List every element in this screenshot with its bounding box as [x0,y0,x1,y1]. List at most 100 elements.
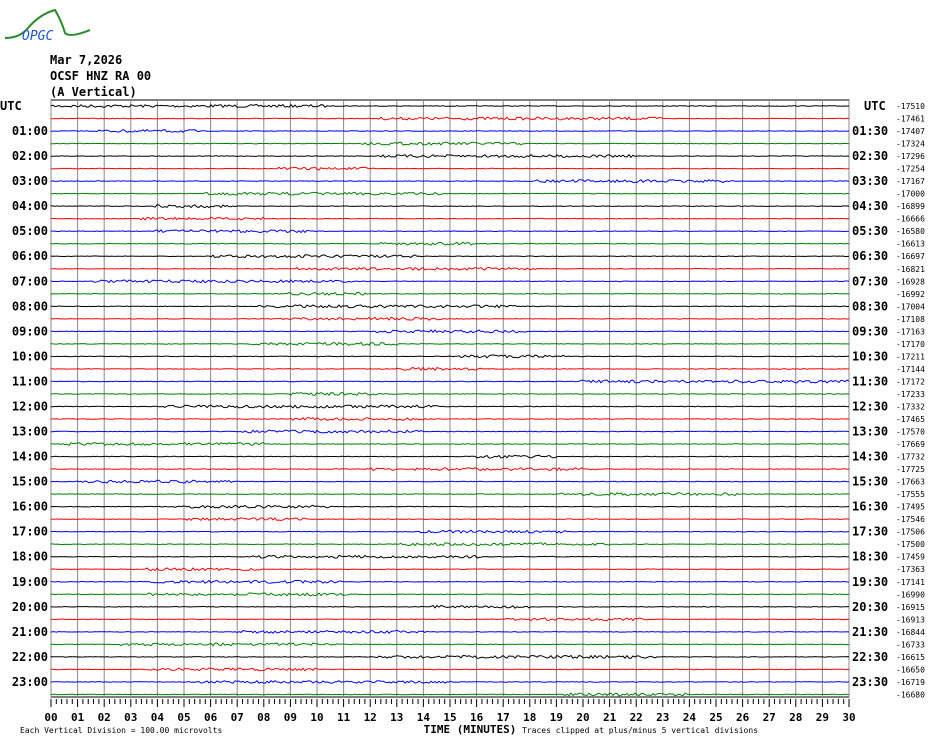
trace-offset-label: -16992 [896,290,925,299]
trace-offset-label: -17170 [896,340,925,349]
trace-offset-label: -17510 [896,102,925,111]
x-tick-label: 26 [736,711,750,724]
trace-offset-label: -16719 [896,678,925,687]
trace-offset-label: -17332 [896,402,925,411]
right-hour-label: 07:30 [852,274,888,288]
trace-offset-label: -17407 [896,127,925,136]
x-tick-label: 08 [257,711,270,724]
trace-offset-label: -17725 [896,465,925,474]
x-axis-title: TIME (MINUTES) [424,723,517,736]
left-hour-label: 04:00 [12,199,48,213]
x-tick-label: 24 [683,711,697,724]
x-tick-label: 10 [310,711,323,724]
right-hour-label: 22:30 [852,650,888,664]
left-hour-label: 01:00 [12,124,48,138]
trace-offset-label: -16580 [896,227,925,236]
right-utc-title: UTC [864,99,886,113]
trace-offset-label: -17254 [896,165,925,174]
x-tick-label: 01 [71,711,85,724]
right-hour-label: 06:30 [852,249,888,263]
trace-offset-label: -16821 [896,265,925,274]
trace-offset-label: -17004 [896,302,925,311]
x-tick-label: 25 [709,711,722,724]
left-hour-label: 18:00 [12,550,48,564]
x-tick-label: 13 [390,711,403,724]
right-hour-label: 21:30 [852,625,888,639]
left-hour-label: 03:00 [12,174,48,188]
helicorder-plot: 00 01 02 03 04 05 06 07 08 09 10 11 12 13 14 15 16 17 18 19… [0,99,925,736]
trace-offset-label: -17167 [896,177,925,186]
x-tick-label: 07 [231,711,244,724]
trace-offset-label: -16615 [896,653,925,662]
trace-offset-label: -17495 [896,503,925,512]
trace-offset-label: -17500 [896,540,925,549]
trace-offset-label: -17506 [896,528,925,537]
trace-offset-label: -17163 [896,327,925,336]
left-hour-label: 08:00 [12,299,48,313]
right-hour-label: 17:30 [852,525,888,539]
trace-offset-label: -17108 [896,315,925,324]
x-tick-label: 12 [364,711,377,724]
trace-offset-label: -17324 [896,140,925,149]
trace-offset-label: -16844 [896,628,925,637]
x-tick-label: 28 [789,711,802,724]
trace-offset-label: -16650 [896,665,925,674]
trace-offset-label: -16613 [896,240,925,249]
left-hour-label: 22:00 [12,650,48,664]
x-tick-label: 05 [177,711,190,724]
left-hour-label: 05:00 [12,224,48,238]
trace-offset-label: -17211 [896,352,925,361]
trace-offset-label: -17546 [896,515,925,524]
trace-offset-label: -16913 [896,615,925,624]
left-hour-label: 12:00 [12,399,48,413]
trace-offset-label: -17296 [896,152,925,161]
trace-offset-label: -17172 [896,377,925,386]
left-hour-label: 16:00 [12,500,48,514]
trace-offset-label: -17141 [896,578,925,587]
trace-offset-label: -16666 [896,215,925,224]
right-hour-label: 19:30 [852,575,888,589]
trace-offset-label: -16697 [896,252,925,261]
right-hour-label: 09:30 [852,324,888,338]
x-tick-label: 18 [523,711,536,724]
left-hour-label: 11:00 [12,374,48,388]
x-tick-label: 21 [603,711,617,724]
trace-offset-label: -17233 [896,390,925,399]
x-tick-label: 20 [576,711,589,724]
trace-offset-label: -17144 [896,365,925,374]
left-hour-label: 15:00 [12,475,48,489]
x-tick-label: 09 [284,711,297,724]
right-hour-label: 12:30 [852,399,888,413]
trace-offset-label: -17459 [896,553,925,562]
left-hour-label: 21:00 [12,625,48,639]
left-hour-label: 07:00 [12,274,48,288]
x-tick-label: 27 [763,711,776,724]
right-hour-label: 05:30 [852,224,888,238]
right-hour-label: 08:30 [852,299,888,313]
trace-offset-label: -17000 [896,190,925,199]
x-tick-label: 11 [337,711,351,724]
x-tick-label: 29 [816,711,829,724]
left-hour-label: 13:00 [12,425,48,439]
x-tick-label: 30 [842,711,855,724]
left-utc-title: UTC [0,99,22,113]
trace-offset-label: -16990 [896,590,925,599]
right-hour-label: 14:30 [852,450,888,464]
trace-offset-label: -17461 [896,115,925,124]
left-hour-label: 02:00 [12,149,48,163]
right-hour-label: 20:30 [852,600,888,614]
x-tick-label: 22 [630,711,643,724]
right-hour-label: 13:30 [852,425,888,439]
trace-offset-label: -17555 [896,490,925,499]
left-hour-label: 20:00 [12,600,48,614]
trace-offset-label: -16928 [896,277,925,286]
trace-offset-label: -17570 [896,428,925,437]
x-tick-label: 00 [44,711,57,724]
trace-offset-label: -17363 [896,565,925,574]
right-hour-label: 04:30 [852,199,888,213]
clip-note: Traces clipped at plus/minus 5 vertical … [522,726,758,735]
left-hour-label: 06:00 [12,249,48,263]
trace-offset-label: -17465 [896,415,925,424]
trace-offset-label: -17732 [896,453,925,462]
x-tick-label: 23 [656,711,669,724]
